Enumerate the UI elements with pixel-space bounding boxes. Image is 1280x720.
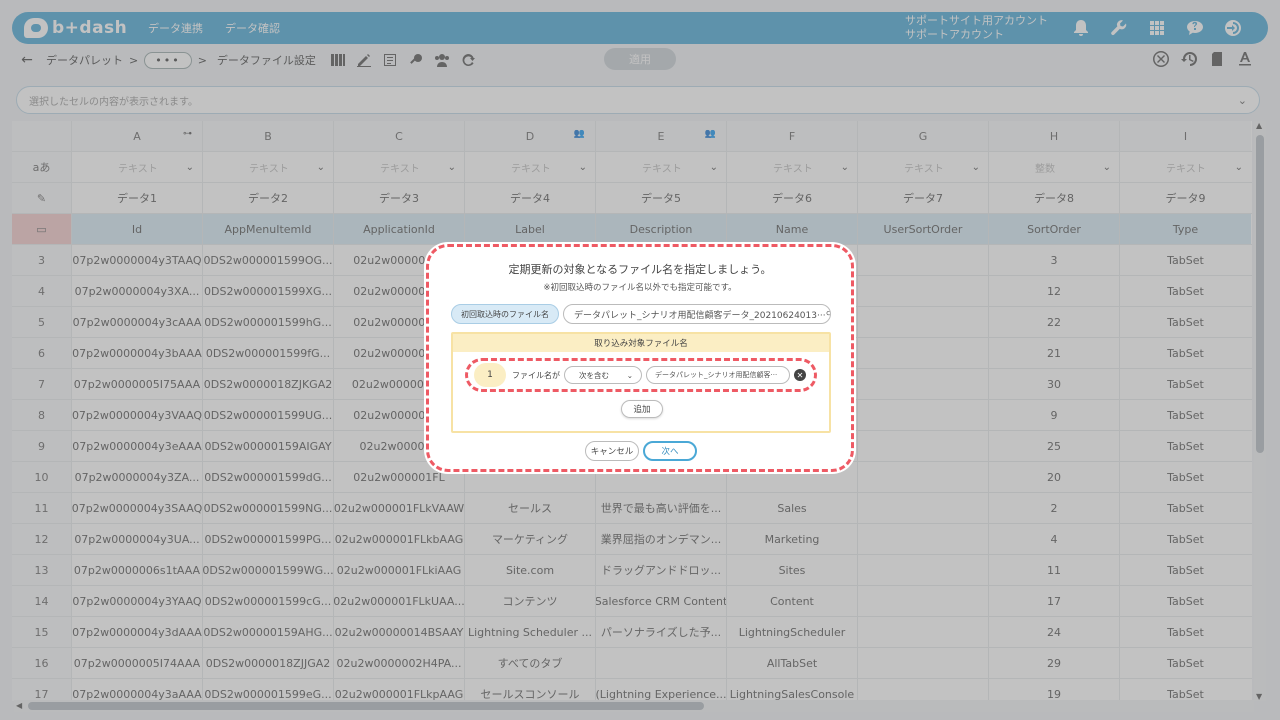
condition-operator-select[interactable]: 次を含む ⌄	[564, 366, 642, 384]
dialog-subtitle: ※初回取込時のファイル名以外でも指定可能です。	[543, 283, 737, 293]
target-file-box: 取り込み対象ファイル名 1 ファイル名が 次を含む ⌄ データパレット_シナリオ…	[451, 332, 831, 433]
dialog-actions: キャンセル 次へ	[585, 441, 697, 461]
initial-file-label: 初回取込時のファイル名	[451, 304, 559, 324]
condition-index: 1	[474, 363, 506, 387]
remove-condition-icon[interactable]: ✕	[794, 369, 806, 381]
link-icon[interactable]: ⊂⊃	[826, 309, 830, 319]
add-condition-button[interactable]: 追加	[621, 400, 663, 418]
condition-value-text: データパレット_シナリオ用配信顧客···	[655, 371, 778, 379]
initial-file-value[interactable]: データパレット_シナリオ用配信顧客データ_20210624013··· ⊂⊃	[563, 304, 831, 324]
file-name-dialog: 定期更新の対象となるファイル名を指定しましょう。 ※初回取込時のファイル名以外で…	[426, 244, 854, 472]
initial-file-name: 初回取込時のファイル名 データパレット_シナリオ用配信顧客データ_2021062…	[451, 303, 831, 325]
file-name-condition: 1 ファイル名が 次を含む ⌄ データパレット_シナリオ用配信顧客··· ✕	[465, 358, 817, 392]
dialog-title: 定期更新の対象となるファイル名を指定しましょう。	[508, 263, 772, 276]
next-button[interactable]: 次へ	[643, 441, 697, 461]
condition-value-input[interactable]: データパレット_シナリオ用配信顧客···	[646, 366, 790, 384]
condition-operator-value: 次を含む	[579, 370, 609, 380]
cancel-button[interactable]: キャンセル	[585, 441, 639, 461]
initial-file-text: データパレット_シナリオ用配信顧客データ_20210624013···	[574, 310, 826, 321]
condition-label: ファイル名が	[512, 370, 560, 380]
chevron-down-icon: ⌄	[626, 370, 633, 380]
target-file-title: 取り込み対象ファイル名	[453, 334, 829, 352]
